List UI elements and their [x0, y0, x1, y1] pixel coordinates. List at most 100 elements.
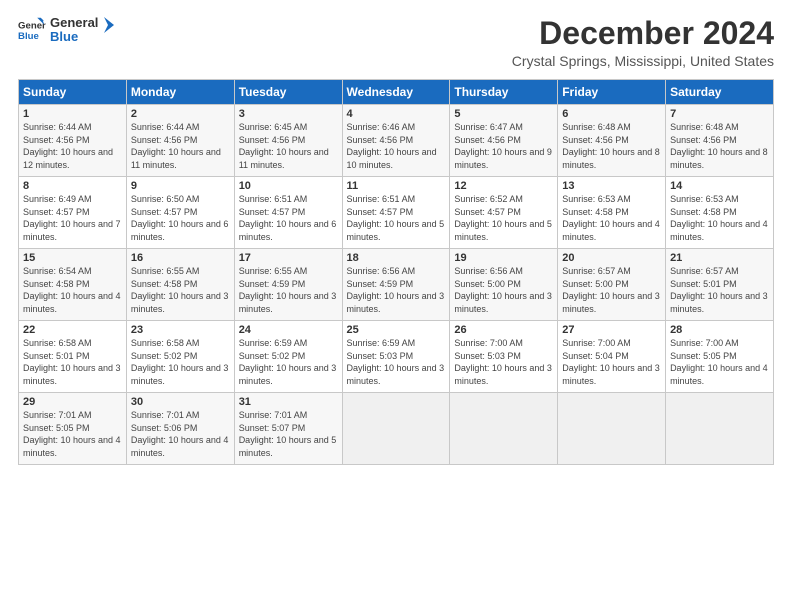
calendar-cell: 24 Sunrise: 6:59 AMSunset: 5:02 PMDaylig…: [234, 321, 342, 393]
calendar-row: 15 Sunrise: 6:54 AMSunset: 4:58 PMDaylig…: [19, 249, 774, 321]
day-number: 30: [131, 396, 230, 408]
sunrise-text: Sunrise: 7:01 AMSunset: 5:07 PMDaylight:…: [239, 410, 337, 458]
calendar-row: 8 Sunrise: 6:49 AMSunset: 4:57 PMDayligh…: [19, 177, 774, 249]
day-number: 12: [454, 180, 553, 192]
day-number: 2: [131, 108, 230, 120]
sunrise-text: Sunrise: 6:59 AMSunset: 5:02 PMDaylight:…: [239, 338, 337, 386]
calendar-cell: 15 Sunrise: 6:54 AMSunset: 4:58 PMDaylig…: [19, 249, 127, 321]
calendar-table: Sunday Monday Tuesday Wednesday Thursday…: [18, 79, 774, 465]
calendar-cell: 26 Sunrise: 7:00 AMSunset: 5:03 PMDaylig…: [450, 321, 558, 393]
calendar-cell: 8 Sunrise: 6:49 AMSunset: 4:57 PMDayligh…: [19, 177, 127, 249]
calendar-cell: [450, 393, 558, 465]
calendar-cell: 7 Sunrise: 6:48 AMSunset: 4:56 PMDayligh…: [666, 105, 774, 177]
sunrise-text: Sunrise: 6:49 AMSunset: 4:57 PMDaylight:…: [23, 194, 121, 242]
sunrise-text: Sunrise: 6:46 AMSunset: 4:56 PMDaylight:…: [347, 122, 437, 170]
calendar-cell: 13 Sunrise: 6:53 AMSunset: 4:58 PMDaylig…: [558, 177, 666, 249]
logo-arrow-icon: [96, 15, 116, 35]
sunrise-text: Sunrise: 7:01 AMSunset: 5:05 PMDaylight:…: [23, 410, 121, 458]
month-title: December 2024: [512, 16, 774, 51]
col-thursday: Thursday: [450, 80, 558, 105]
sunrise-text: Sunrise: 6:55 AMSunset: 4:58 PMDaylight:…: [131, 266, 229, 314]
calendar-cell: 5 Sunrise: 6:47 AMSunset: 4:56 PMDayligh…: [450, 105, 558, 177]
calendar-cell: 19 Sunrise: 6:56 AMSunset: 5:00 PMDaylig…: [450, 249, 558, 321]
calendar-cell: 3 Sunrise: 6:45 AMSunset: 4:56 PMDayligh…: [234, 105, 342, 177]
day-number: 17: [239, 252, 338, 264]
sunrise-text: Sunrise: 6:58 AMSunset: 5:01 PMDaylight:…: [23, 338, 121, 386]
calendar-cell: 18 Sunrise: 6:56 AMSunset: 4:59 PMDaylig…: [342, 249, 450, 321]
sunrise-text: Sunrise: 6:50 AMSunset: 4:57 PMDaylight:…: [131, 194, 229, 242]
day-number: 4: [347, 108, 446, 120]
day-number: 11: [347, 180, 446, 192]
sunrise-text: Sunrise: 6:59 AMSunset: 5:03 PMDaylight:…: [347, 338, 445, 386]
day-number: 15: [23, 252, 122, 264]
sunrise-text: Sunrise: 6:55 AMSunset: 4:59 PMDaylight:…: [239, 266, 337, 314]
sunrise-text: Sunrise: 6:52 AMSunset: 4:57 PMDaylight:…: [454, 194, 552, 242]
col-wednesday: Wednesday: [342, 80, 450, 105]
sunrise-text: Sunrise: 6:47 AMSunset: 4:56 PMDaylight:…: [454, 122, 552, 170]
day-number: 19: [454, 252, 553, 264]
day-number: 8: [23, 180, 122, 192]
sunrise-text: Sunrise: 6:45 AMSunset: 4:56 PMDaylight:…: [239, 122, 329, 170]
logo-blue: Blue: [50, 30, 98, 44]
col-saturday: Saturday: [666, 80, 774, 105]
day-number: 18: [347, 252, 446, 264]
sunrise-text: Sunrise: 6:44 AMSunset: 4:56 PMDaylight:…: [131, 122, 221, 170]
calendar-cell: 31 Sunrise: 7:01 AMSunset: 5:07 PMDaylig…: [234, 393, 342, 465]
day-number: 7: [670, 108, 769, 120]
calendar-cell: 1 Sunrise: 6:44 AMSunset: 4:56 PMDayligh…: [19, 105, 127, 177]
calendar-cell: 11 Sunrise: 6:51 AMSunset: 4:57 PMDaylig…: [342, 177, 450, 249]
day-number: 6: [562, 108, 661, 120]
calendar-cell: 23 Sunrise: 6:58 AMSunset: 5:02 PMDaylig…: [126, 321, 234, 393]
calendar-cell: 4 Sunrise: 6:46 AMSunset: 4:56 PMDayligh…: [342, 105, 450, 177]
sunrise-text: Sunrise: 6:56 AMSunset: 5:00 PMDaylight:…: [454, 266, 552, 314]
day-number: 25: [347, 324, 446, 336]
sunrise-text: Sunrise: 6:48 AMSunset: 4:56 PMDaylight:…: [670, 122, 768, 170]
calendar-cell: [342, 393, 450, 465]
sunrise-text: Sunrise: 6:54 AMSunset: 4:58 PMDaylight:…: [23, 266, 121, 314]
calendar-cell: 20 Sunrise: 6:57 AMSunset: 5:00 PMDaylig…: [558, 249, 666, 321]
logo-icon: General Blue: [18, 16, 46, 44]
sunrise-text: Sunrise: 6:51 AMSunset: 4:57 PMDaylight:…: [347, 194, 445, 242]
col-sunday: Sunday: [19, 80, 127, 105]
sunrise-text: Sunrise: 6:51 AMSunset: 4:57 PMDaylight:…: [239, 194, 337, 242]
sunrise-text: Sunrise: 6:58 AMSunset: 5:02 PMDaylight:…: [131, 338, 229, 386]
calendar-cell: 12 Sunrise: 6:52 AMSunset: 4:57 PMDaylig…: [450, 177, 558, 249]
sunrise-text: Sunrise: 6:53 AMSunset: 4:58 PMDaylight:…: [562, 194, 660, 242]
day-number: 22: [23, 324, 122, 336]
day-number: 14: [670, 180, 769, 192]
logo: General Blue General Blue: [18, 16, 116, 45]
calendar-cell: 10 Sunrise: 6:51 AMSunset: 4:57 PMDaylig…: [234, 177, 342, 249]
day-number: 28: [670, 324, 769, 336]
header-row: Sunday Monday Tuesday Wednesday Thursday…: [19, 80, 774, 105]
day-number: 31: [239, 396, 338, 408]
calendar-cell: 21 Sunrise: 6:57 AMSunset: 5:01 PMDaylig…: [666, 249, 774, 321]
col-monday: Monday: [126, 80, 234, 105]
calendar-cell: 25 Sunrise: 6:59 AMSunset: 5:03 PMDaylig…: [342, 321, 450, 393]
calendar-cell: 2 Sunrise: 6:44 AMSunset: 4:56 PMDayligh…: [126, 105, 234, 177]
sunrise-text: Sunrise: 6:53 AMSunset: 4:58 PMDaylight:…: [670, 194, 768, 242]
calendar-cell: [558, 393, 666, 465]
col-friday: Friday: [558, 80, 666, 105]
logo-general: General: [50, 16, 98, 30]
day-number: 16: [131, 252, 230, 264]
calendar-cell: 27 Sunrise: 7:00 AMSunset: 5:04 PMDaylig…: [558, 321, 666, 393]
sunrise-text: Sunrise: 7:00 AMSunset: 5:05 PMDaylight:…: [670, 338, 768, 386]
day-number: 1: [23, 108, 122, 120]
day-number: 24: [239, 324, 338, 336]
sunrise-text: Sunrise: 7:01 AMSunset: 5:06 PMDaylight:…: [131, 410, 229, 458]
calendar-cell: 17 Sunrise: 6:55 AMSunset: 4:59 PMDaylig…: [234, 249, 342, 321]
day-number: 13: [562, 180, 661, 192]
day-number: 26: [454, 324, 553, 336]
calendar-cell: [666, 393, 774, 465]
sunrise-text: Sunrise: 7:00 AMSunset: 5:04 PMDaylight:…: [562, 338, 660, 386]
day-number: 27: [562, 324, 661, 336]
location: Crystal Springs, Mississippi, United Sta…: [512, 53, 774, 69]
title-block: December 2024 Crystal Springs, Mississip…: [512, 16, 774, 69]
day-number: 23: [131, 324, 230, 336]
day-number: 9: [131, 180, 230, 192]
sunrise-text: Sunrise: 6:48 AMSunset: 4:56 PMDaylight:…: [562, 122, 660, 170]
calendar-row: 29 Sunrise: 7:01 AMSunset: 5:05 PMDaylig…: [19, 393, 774, 465]
sunrise-text: Sunrise: 6:57 AMSunset: 5:01 PMDaylight:…: [670, 266, 768, 314]
calendar-cell: 16 Sunrise: 6:55 AMSunset: 4:58 PMDaylig…: [126, 249, 234, 321]
sunrise-text: Sunrise: 7:00 AMSunset: 5:03 PMDaylight:…: [454, 338, 552, 386]
